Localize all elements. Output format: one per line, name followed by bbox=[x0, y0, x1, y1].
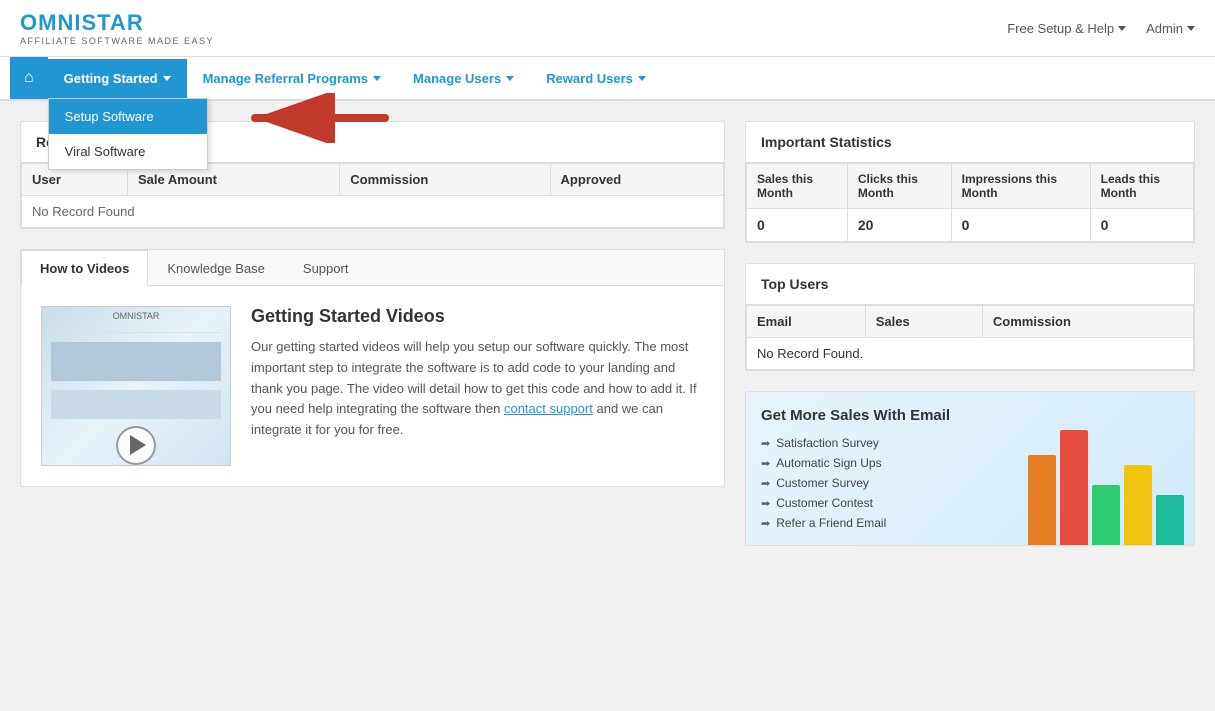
getting-started-caret-icon bbox=[163, 76, 171, 81]
chart-bar bbox=[1092, 485, 1120, 545]
logo-subtitle: AFFILIATE SOFTWARE MADE EASY bbox=[20, 36, 214, 46]
chart-bar bbox=[1028, 455, 1056, 545]
dropdown-setup-software[interactable]: Setup Software bbox=[49, 99, 207, 134]
list-item: ➡Customer Contest bbox=[761, 496, 950, 510]
stat-col-sales: Sales this Month bbox=[747, 164, 848, 209]
email-banner-text: Get More Sales With Email ➡Satisfaction … bbox=[761, 407, 950, 530]
manage-referral-caret-icon bbox=[373, 76, 381, 81]
bullet-arrow-icon: ➡ bbox=[761, 477, 770, 490]
top-users-table: Email Sales Commission No Record Found. bbox=[746, 305, 1194, 370]
bullet-arrow-icon: ➡ bbox=[761, 517, 770, 530]
getting-started-dropdown: Setup Software Viral Software bbox=[48, 98, 208, 170]
important-statistics-panel: Important Statistics Sales this Month Cl… bbox=[745, 121, 1195, 243]
logo-omni: OMNI bbox=[20, 10, 81, 35]
top-users-no-record: No Record Found. bbox=[747, 338, 1194, 370]
statistics-table: Sales this Month Clicks this Month Impre… bbox=[746, 163, 1194, 242]
list-item: ➡Automatic Sign Ups bbox=[761, 456, 950, 470]
header-right: Free Setup & Help Admin bbox=[1007, 21, 1195, 36]
stat-col-leads: Leads this Month bbox=[1090, 164, 1193, 209]
email-banner-title: Get More Sales With Email bbox=[761, 407, 950, 424]
video-description-area: Getting Started Videos Our getting start… bbox=[251, 306, 704, 466]
stat-val-clicks: 20 bbox=[847, 209, 951, 242]
list-item: ➡Refer a Friend Email bbox=[761, 516, 950, 530]
chart-bar bbox=[1156, 495, 1184, 545]
top-col-email: Email bbox=[747, 306, 866, 338]
logo-star: STAR bbox=[81, 10, 143, 35]
tab-knowledge-base[interactable]: Knowledge Base bbox=[148, 250, 284, 286]
video-thumbnail[interactable]: OMNISTAR bbox=[41, 306, 231, 466]
commissions-table: User Sale Amount Commission Approved No … bbox=[21, 163, 724, 228]
stat-val-sales: 0 bbox=[747, 209, 848, 242]
tabs-container: How to Videos Knowledge Base Support bbox=[21, 250, 724, 286]
stat-col-clicks: Clicks this Month bbox=[847, 164, 951, 209]
list-item: ➡Customer Survey bbox=[761, 476, 950, 490]
chart-area bbox=[1028, 425, 1184, 545]
nav-item-manage-users[interactable]: Manage Users bbox=[397, 59, 530, 98]
contact-support-link[interactable]: contact support bbox=[504, 401, 593, 416]
table-row: No Record Found. bbox=[747, 338, 1194, 370]
stat-val-impressions: 0 bbox=[951, 209, 1090, 242]
nav-item-getting-started[interactable]: Getting Started Setup Software Viral Sof… bbox=[48, 59, 187, 98]
left-column: Recent Commissions User Sale Amount Comm… bbox=[20, 121, 725, 546]
tab-content-how-to: OMNISTAR Getting Started Videos Our gett… bbox=[21, 286, 724, 486]
play-button[interactable] bbox=[116, 426, 156, 465]
nav-item-manage-referral[interactable]: Manage Referral Programs bbox=[187, 59, 397, 98]
video-thumb-inner: OMNISTAR bbox=[42, 307, 230, 465]
video-description: Our getting started videos will help you… bbox=[251, 337, 704, 441]
navbar: ⌂ Getting Started Setup Software Viral S… bbox=[0, 57, 1215, 101]
video-title: Getting Started Videos bbox=[251, 306, 704, 327]
email-list: ➡Satisfaction Survey ➡Automatic Sign Ups… bbox=[761, 436, 950, 530]
dropdown-viral-software[interactable]: Viral Software bbox=[49, 134, 207, 169]
top-col-sales: Sales bbox=[865, 306, 982, 338]
tabs-panel: How to Videos Knowledge Base Support OMN… bbox=[20, 249, 725, 487]
chart-bar bbox=[1060, 430, 1088, 545]
right-column: Important Statistics Sales this Month Cl… bbox=[745, 121, 1195, 546]
top-users-title: Top Users bbox=[746, 264, 1194, 305]
top-col-commission: Commission bbox=[982, 306, 1193, 338]
reward-users-caret-icon bbox=[638, 76, 646, 81]
tab-how-to-videos[interactable]: How to Videos bbox=[21, 250, 148, 286]
admin-link[interactable]: Admin bbox=[1146, 21, 1195, 36]
col-commission: Commission bbox=[340, 164, 550, 196]
stat-col-impressions: Impressions this Month bbox=[951, 164, 1090, 209]
main-content: Recent Commissions User Sale Amount Comm… bbox=[0, 101, 1215, 566]
free-setup-link[interactable]: Free Setup & Help bbox=[1007, 21, 1126, 36]
list-item: ➡Satisfaction Survey bbox=[761, 436, 950, 450]
email-marketing-banner: Get More Sales With Email ➡Satisfaction … bbox=[745, 391, 1195, 546]
bullet-arrow-icon: ➡ bbox=[761, 437, 770, 450]
bullet-arrow-icon: ➡ bbox=[761, 457, 770, 470]
bullet-arrow-icon: ➡ bbox=[761, 497, 770, 510]
important-statistics-title: Important Statistics bbox=[746, 122, 1194, 163]
header: OMNISTAR AFFILIATE SOFTWARE MADE EASY Fr… bbox=[0, 0, 1215, 57]
play-icon bbox=[130, 435, 146, 455]
admin-caret-icon bbox=[1187, 26, 1195, 31]
nav-item-reward-users[interactable]: Reward Users bbox=[530, 59, 662, 98]
table-row: No Record Found bbox=[22, 196, 724, 228]
logo-text: OMNISTAR bbox=[20, 10, 214, 36]
nav-home-button[interactable]: ⌂ bbox=[10, 57, 48, 99]
chart-bar bbox=[1124, 465, 1152, 545]
tab-support[interactable]: Support bbox=[284, 250, 368, 286]
manage-users-caret-icon bbox=[506, 76, 514, 81]
top-users-panel: Top Users Email Sales Commission No Reco… bbox=[745, 263, 1195, 371]
stat-val-leads: 0 bbox=[1090, 209, 1193, 242]
statistics-row: 0 20 0 0 bbox=[747, 209, 1194, 242]
logo-area: OMNISTAR AFFILIATE SOFTWARE MADE EASY bbox=[20, 10, 214, 46]
col-approved: Approved bbox=[550, 164, 723, 196]
free-setup-caret-icon bbox=[1118, 26, 1126, 31]
no-record-cell: No Record Found bbox=[22, 196, 724, 228]
